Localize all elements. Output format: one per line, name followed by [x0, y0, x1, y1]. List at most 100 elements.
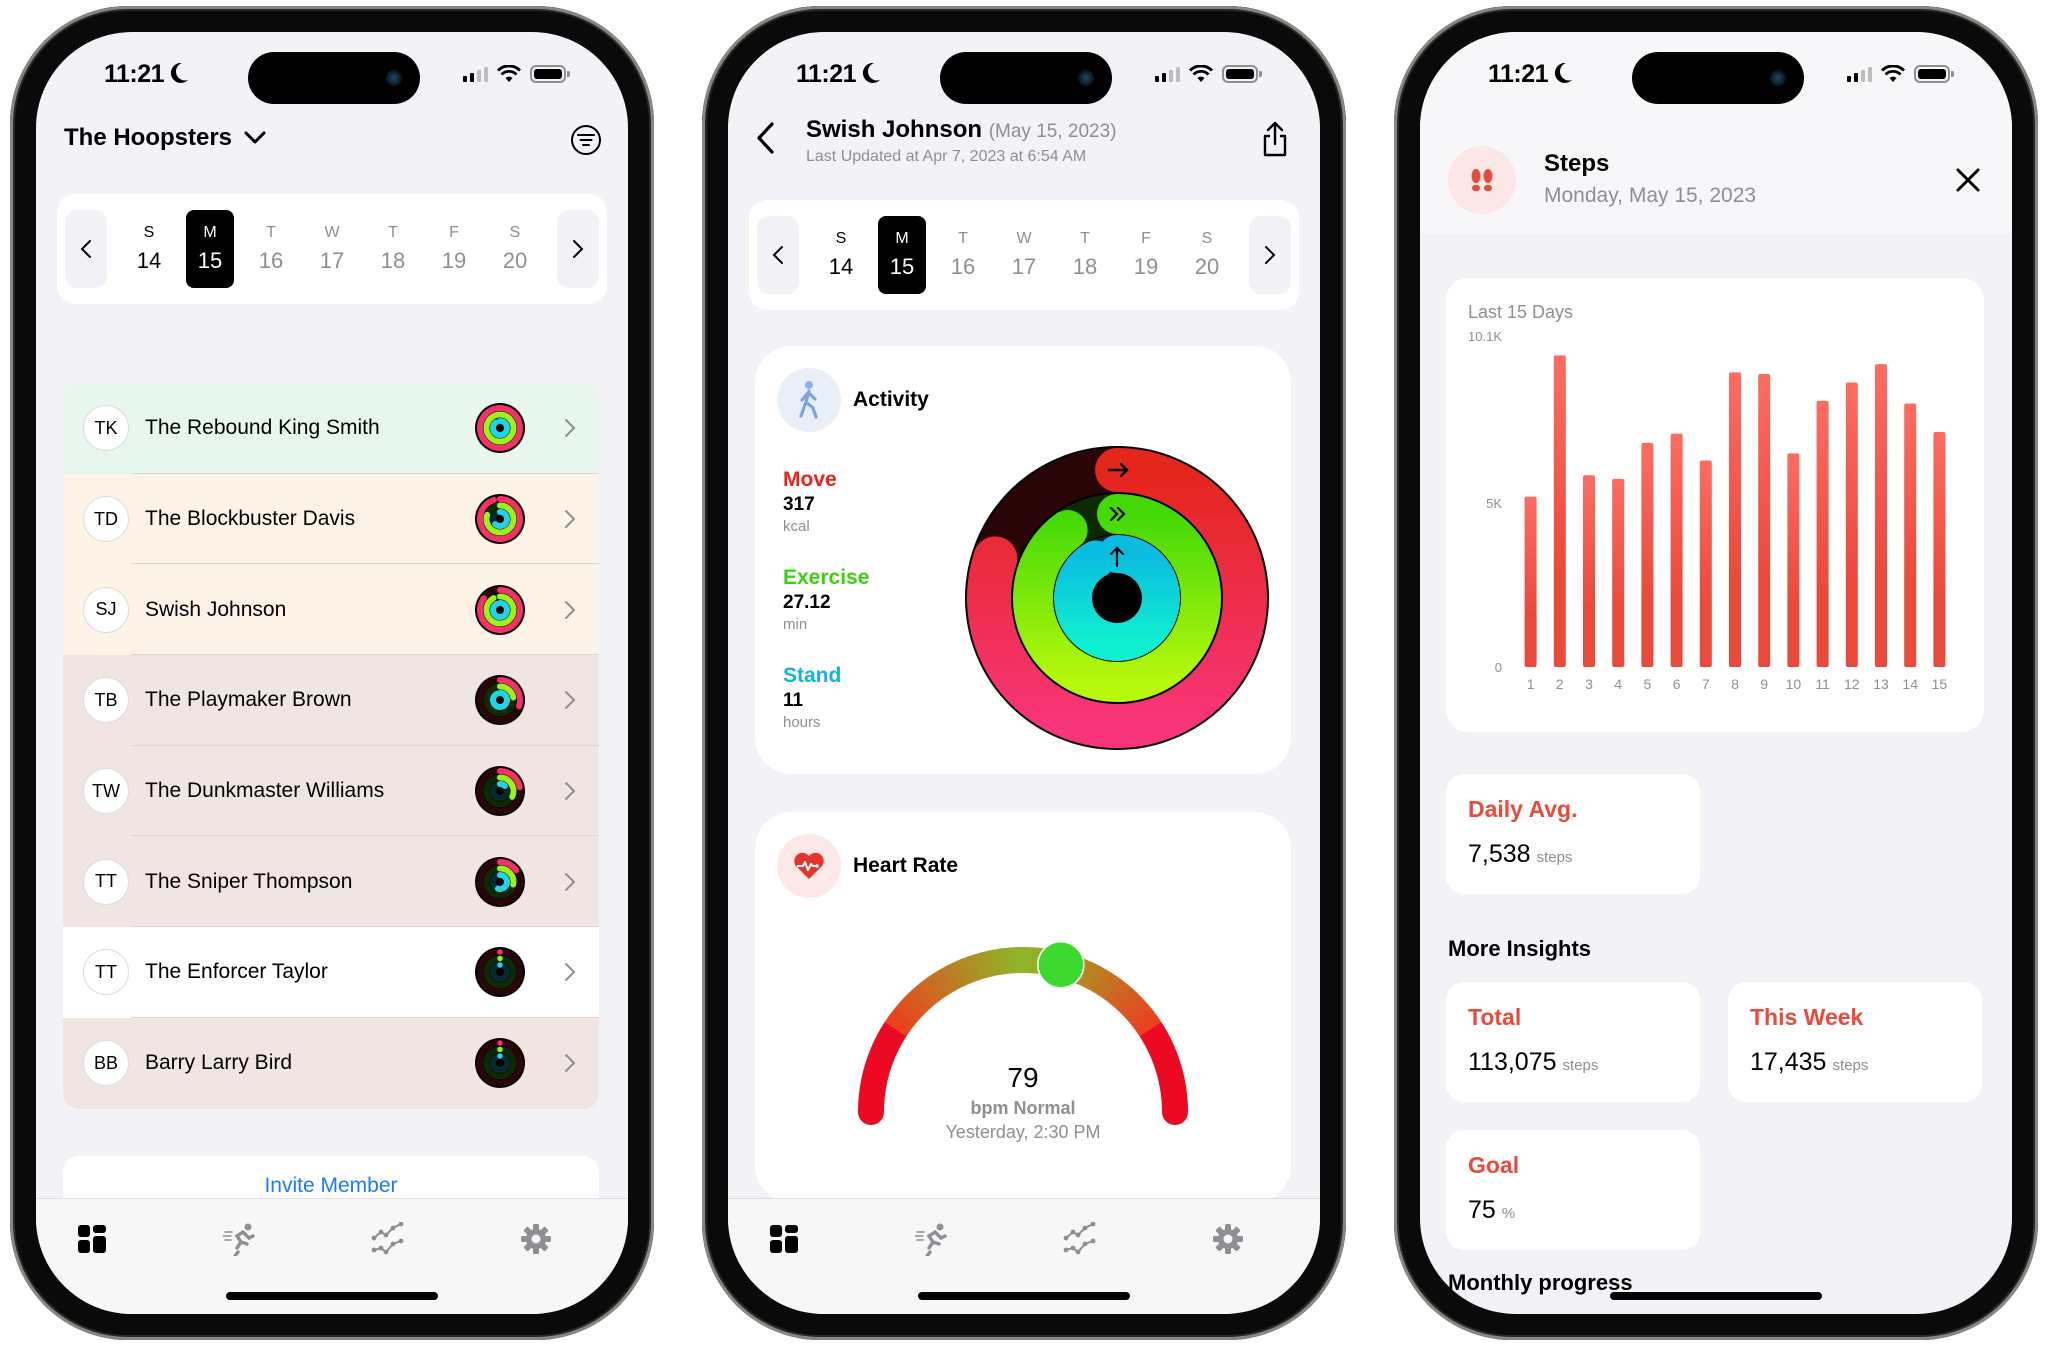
tab-trends[interactable] [370, 1221, 406, 1257]
home-indicator[interactable] [1610, 1292, 1822, 1300]
day-14[interactable]: S 14 [125, 210, 173, 288]
heart-rate-card[interactable]: Heart Rate 79 bpm Normal Yesterday, 2:30… [755, 812, 1291, 1202]
day-20[interactable]: S 20 [1183, 216, 1231, 294]
avatar: SJ [83, 586, 129, 633]
bar-day-4[interactable] [1612, 478, 1625, 667]
gauge-segment [955, 957, 974, 986]
home-indicator[interactable] [918, 1292, 1130, 1300]
grid-icon [770, 1225, 798, 1253]
gauge-segment [1135, 1015, 1162, 1037]
member-row[interactable]: TK The Rebound King Smith [63, 383, 599, 474]
member-row[interactable]: TT The Enforcer Taylor [63, 927, 599, 1018]
bar-day-1[interactable] [1524, 496, 1537, 667]
home-indicator[interactable] [226, 1292, 438, 1300]
day-16[interactable]: T 16 [247, 210, 295, 288]
this-week-card[interactable]: This Week 17,435 steps [1728, 982, 1982, 1102]
screen: 11:21 Swish Johnson (May 15, 2023) Last … [728, 32, 1320, 1314]
daily-avg-card[interactable]: Daily Avg. 7,538 steps [1446, 774, 1700, 894]
gauge-segment [1139, 1022, 1167, 1043]
previous-week-button[interactable] [757, 216, 799, 294]
bar-day-10[interactable] [1787, 453, 1800, 667]
tab-trends[interactable] [1062, 1221, 1098, 1257]
day-17[interactable]: W 17 [1000, 216, 1048, 294]
x-tick-label: 6 [1673, 676, 1681, 692]
member-name: The Sniper Thompson [145, 869, 353, 893]
day-16[interactable]: T 16 [939, 216, 987, 294]
day-18[interactable]: T 18 [369, 210, 417, 288]
gauge-segment [972, 952, 988, 980]
previous-week-button[interactable] [65, 210, 107, 288]
bar-day-15[interactable] [1933, 432, 1946, 667]
screen: 11:21 The Hoopsters S 14 M 15 T 16 W 17 T 18 F 19 S 2… [36, 32, 628, 1314]
gauge-segment [1092, 969, 1114, 996]
back-button[interactable] [754, 120, 778, 156]
day-letter: S [1201, 230, 1213, 247]
bar-day-6[interactable] [1670, 433, 1683, 667]
day-14[interactable]: S 14 [817, 216, 865, 294]
day-letter: S [143, 224, 155, 241]
bar-day-7[interactable] [1699, 460, 1712, 667]
member-row[interactable]: TW The Dunkmaster Williams [63, 745, 599, 837]
chevron-left-icon [80, 240, 91, 258]
member-row[interactable]: SJ Swish Johnson [63, 564, 599, 656]
x-tick-label: 9 [1760, 676, 1768, 692]
bar-day-2[interactable] [1553, 355, 1566, 667]
next-week-button[interactable] [557, 210, 599, 288]
bar-day-9[interactable] [1758, 374, 1771, 667]
day-15[interactable]: M 15 [186, 210, 234, 288]
member-date: (May 15, 2023) [988, 121, 1117, 142]
day-17[interactable]: W 17 [308, 210, 356, 288]
phone-steps-screen: 11:21 Steps Monday, May 15, 2023 Last 15… [1394, 6, 2038, 1340]
activity-rings-icon [475, 494, 525, 545]
member-row[interactable]: TT The Sniper Thompson [63, 836, 599, 928]
bar-day-5[interactable] [1641, 442, 1654, 667]
close-icon[interactable] [1954, 166, 1982, 194]
day-number: 19 [1133, 254, 1159, 279]
bar-day-13[interactable] [1875, 364, 1887, 667]
phone-team-screen: 11:21 The Hoopsters S 14 M 15 T 16 W 17 T 18 F 19 S 2… [10, 6, 654, 1340]
tab-dashboard[interactable] [74, 1221, 110, 1257]
steps-header: Steps Monday, May 15, 2023 [1420, 122, 2012, 234]
member-row[interactable]: BB Barry Larry Bird [63, 1017, 599, 1109]
day-letter: F [449, 224, 459, 241]
day-19[interactable]: F 19 [430, 210, 478, 288]
goal-card[interactable]: Goal 75% [1446, 1130, 1700, 1250]
x-tick-label: 3 [1585, 676, 1593, 692]
tab-activity[interactable] [914, 1221, 950, 1257]
next-week-button[interactable] [1249, 216, 1291, 294]
filter-icon[interactable] [570, 124, 602, 156]
day-20[interactable]: S 20 [491, 210, 539, 288]
day-18[interactable]: T 18 [1061, 216, 1109, 294]
bar-day-3[interactable] [1583, 475, 1595, 667]
stand-unit: hours [783, 714, 821, 731]
total-card[interactable]: Total 113,075 steps [1446, 982, 1700, 1102]
tab-dashboard[interactable] [766, 1221, 802, 1257]
moon-icon [170, 62, 188, 83]
share-icon[interactable] [1260, 120, 1290, 158]
tab-activity[interactable] [222, 1221, 258, 1257]
bar-day-11[interactable] [1816, 400, 1829, 667]
stand-ring-start-dot [497, 962, 503, 969]
day-letter: T [266, 224, 276, 241]
last-updated: Last Updated at Apr 7, 2023 at 6:54 AM [806, 148, 1087, 165]
member-row[interactable]: TD The Blockbuster Davis [63, 473, 599, 565]
x-tick-label: 7 [1702, 676, 1710, 692]
heart-rate-value: 79 [1007, 1062, 1039, 1093]
bar-day-12[interactable] [1845, 382, 1858, 667]
tab-settings[interactable] [1210, 1221, 1246, 1257]
member-row[interactable]: TB The Playmaker Brown [63, 655, 599, 746]
day-19[interactable]: F 19 [1122, 216, 1170, 294]
chevron-right-icon [573, 240, 584, 258]
gauge-segment [1143, 1029, 1171, 1050]
team-selector[interactable]: The Hoopsters [64, 124, 266, 152]
exercise-metric: Exercise 27.12 min [783, 566, 869, 633]
tab-settings[interactable] [518, 1221, 554, 1257]
x-tick-label: 12 [1844, 676, 1860, 692]
bar-day-14[interactable] [1904, 403, 1917, 667]
activity-card[interactable]: Activity Move 317 kcal Exercise 27.12 mi… [755, 346, 1291, 774]
signal-icon [1154, 66, 1180, 82]
bar-day-8[interactable] [1729, 372, 1741, 667]
day-number: 16 [950, 254, 976, 279]
total-label: Total [1468, 1004, 1522, 1030]
day-15[interactable]: M 15 [878, 216, 926, 294]
